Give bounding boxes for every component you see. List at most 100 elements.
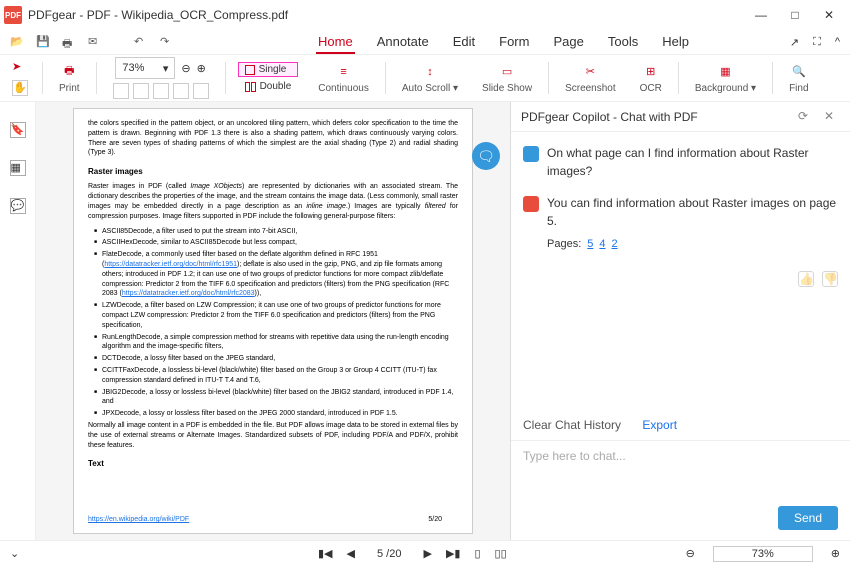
body-text: Raster images in PDF (called Image XObje…	[88, 182, 458, 221]
close-button[interactable]: ✕	[812, 0, 846, 30]
ribbon: ➤ ✋ 🖶 Print 73%▾ ⊖ ⊕ Single Double ≡ Con…	[0, 54, 850, 102]
tab-help[interactable]: Help	[660, 31, 691, 54]
double-page-icon[interactable]: ▯▯	[495, 547, 507, 560]
source-link[interactable]: https://en.wikipedia.org/wiki/PDF	[88, 515, 189, 525]
share-icon[interactable]: ↗	[790, 36, 799, 49]
bookmark-panel-icon[interactable]: 🔖	[10, 122, 26, 138]
tab-form[interactable]: Form	[497, 31, 531, 54]
message-text: On what page can I find information abou…	[547, 144, 838, 180]
camera-icon: ✂	[581, 63, 599, 81]
window-title: PDFgear - PDF - Wikipedia_OCR_Compress.p…	[28, 8, 288, 22]
copilot-title: PDFgear Copilot - Chat with PDF	[521, 110, 698, 124]
hand-tool[interactable]: ✋	[12, 80, 28, 96]
status-bar: ⌄ ▮◀ ◀ 5 /20 ▶ ▶▮ ▯ ▯▯ ⊖ 73% ⊕	[0, 540, 850, 566]
message-text: You can find information about Raster im…	[547, 194, 838, 253]
printer-icon: 🖶	[60, 63, 78, 81]
zoom-in-icon[interactable]: ⊕	[197, 62, 206, 75]
chat-body: On what page can I find information abou…	[511, 132, 850, 418]
fullscreen-icon[interactable]: ⛶	[813, 36, 821, 49]
autoscroll-button[interactable]: ↕ Auto Scroll ▾	[394, 55, 466, 101]
zoom-out-status-icon[interactable]: ⊖	[686, 547, 695, 560]
app-logo: PDF	[4, 6, 22, 24]
page-indicator[interactable]: 5 /20	[377, 548, 401, 560]
rfc1951-link[interactable]: https://datatracker.ietf.org/doc/html/rf…	[104, 261, 237, 268]
fit-width-icon[interactable]	[133, 83, 149, 99]
tool-selector: ➤ ✋	[6, 60, 34, 96]
ribbon-tabs: Home Annotate Edit Form Page Tools Help	[316, 31, 691, 54]
zoom-out-icon[interactable]: ⊖	[181, 62, 190, 75]
autoscroll-icon: ↕	[421, 63, 439, 81]
heading-raster: Raster images	[88, 166, 458, 177]
ocr-icon: ⊞	[642, 63, 660, 81]
annotation-panel-icon[interactable]: 💬	[10, 198, 26, 214]
single-page-icon[interactable]: ▯	[474, 547, 480, 560]
user-message: On what page can I find information abou…	[523, 144, 838, 180]
filter-list: ASCII85Decode, a filter used to put the …	[94, 227, 458, 419]
thumbs-down-icon[interactable]: 👎	[822, 271, 838, 287]
expand-sidebar-icon[interactable]: ⌄	[10, 547, 26, 560]
heading-text: Text	[88, 458, 458, 469]
copilot-toggle-icon[interactable]: 🗨	[472, 142, 500, 170]
page-number: 5/20	[428, 515, 442, 525]
send-button[interactable]: Send	[778, 506, 838, 530]
rotate-right-icon[interactable]	[193, 83, 209, 99]
prev-page-icon[interactable]: ◀	[347, 547, 355, 560]
zoom-in-status-icon[interactable]: ⊕	[831, 547, 840, 560]
sidebar: 🔖 ▦ 💬	[0, 102, 36, 540]
save-icon[interactable]: 💾	[36, 35, 50, 49]
copilot-panel: PDFgear Copilot - Chat with PDF ⟳ ✕ On w…	[510, 102, 850, 540]
minimize-button[interactable]: —	[744, 0, 778, 30]
maximize-button[interactable]: □	[778, 0, 812, 30]
thumbs-up-icon[interactable]: 👍	[798, 271, 814, 287]
ocr-button[interactable]: ⊞ OCR	[632, 55, 670, 101]
tab-tools[interactable]: Tools	[606, 31, 640, 54]
zoom-status[interactable]: 73%	[713, 546, 813, 562]
mail-icon[interactable]: ✉	[88, 35, 102, 49]
fit-page-icon[interactable]	[113, 83, 129, 99]
redo-icon[interactable]: ↷	[160, 35, 174, 49]
tab-edit[interactable]: Edit	[451, 31, 477, 54]
slideshow-icon: ▭	[498, 63, 516, 81]
find-button[interactable]: 🔍 Find	[781, 55, 816, 101]
screenshot-button[interactable]: ✂ Screenshot	[557, 55, 624, 101]
slideshow-button[interactable]: ▭ Slide Show	[474, 55, 540, 101]
user-avatar-icon	[523, 146, 539, 162]
continuous-button[interactable]: ≡ Continuous	[310, 55, 377, 101]
page-link-4[interactable]: 4	[599, 238, 605, 250]
next-page-icon[interactable]: ▶	[423, 547, 431, 560]
feedback: 👍 👎	[798, 271, 838, 287]
pdf-page: the colors specified in the pattern obje…	[73, 108, 473, 534]
chat-input[interactable]: Type here to chat... Send	[511, 440, 850, 540]
single-view-button[interactable]: Single	[238, 62, 299, 77]
select-tool[interactable]: ➤	[12, 60, 28, 76]
tab-home[interactable]: Home	[316, 31, 355, 54]
page-link-5[interactable]: 5	[587, 238, 593, 250]
clear-history-button[interactable]: Clear Chat History	[523, 418, 621, 432]
export-button[interactable]: Export	[642, 418, 677, 432]
copilot-header: PDFgear Copilot - Chat with PDF ⟳ ✕	[511, 102, 850, 132]
close-panel-icon[interactable]: ✕	[824, 109, 840, 125]
collapse-ribbon-icon[interactable]: ^	[835, 36, 840, 49]
print-button[interactable]: 🖶 Print	[51, 55, 88, 101]
first-page-icon[interactable]: ▮◀	[318, 547, 333, 560]
open-icon[interactable]: 📂	[10, 35, 24, 49]
refresh-icon[interactable]: ⟳	[798, 109, 814, 125]
document-view[interactable]: the colors specified in the pattern obje…	[36, 102, 510, 540]
actual-size-icon[interactable]	[153, 83, 169, 99]
undo-icon[interactable]: ↶	[134, 35, 148, 49]
zoom-group: 73%▾ ⊖ ⊕	[105, 55, 217, 101]
last-page-icon[interactable]: ▶▮	[446, 547, 461, 560]
print-icon[interactable]: 🖶	[62, 35, 76, 49]
background-icon: ▦	[716, 63, 734, 81]
tab-annotate[interactable]: Annotate	[375, 31, 431, 54]
double-view-button[interactable]: Double	[238, 79, 299, 94]
rotate-left-icon[interactable]	[173, 83, 189, 99]
body-text: Normally all image content in a PDF is e…	[88, 421, 458, 450]
background-button[interactable]: ▦ Background ▾	[687, 55, 764, 101]
thumbnail-panel-icon[interactable]: ▦	[10, 160, 26, 176]
page-link-2[interactable]: 2	[612, 238, 618, 250]
titlebar: PDF PDFgear - PDF - Wikipedia_OCR_Compre…	[0, 0, 850, 30]
zoom-combo[interactable]: 73%▾	[115, 57, 175, 79]
rfc2083-link[interactable]: https://datatracker.ietf.org/doc/html/rf…	[122, 290, 255, 297]
tab-page[interactable]: Page	[551, 31, 585, 54]
